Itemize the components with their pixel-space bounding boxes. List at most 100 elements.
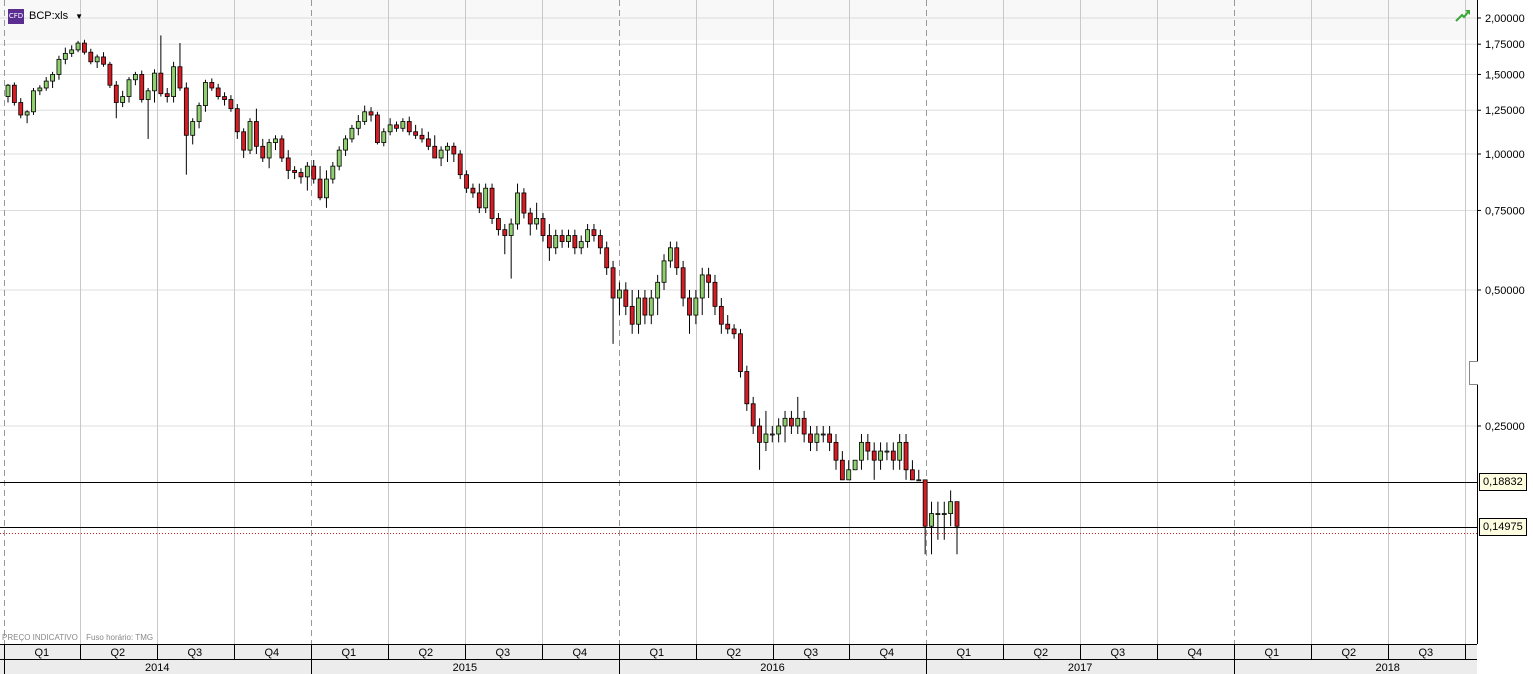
candle-body[interactable]: [789, 417, 794, 427]
candle-body[interactable]: [11, 84, 17, 103]
candle-body[interactable]: [362, 111, 368, 122]
candle-body[interactable]: [534, 218, 540, 225]
candle-body[interactable]: [476, 192, 482, 209]
candle-body[interactable]: [795, 417, 801, 427]
candle-body[interactable]: [642, 297, 648, 316]
candle-body[interactable]: [782, 417, 788, 427]
candle-body[interactable]: [515, 192, 520, 225]
candle-body[interactable]: [438, 149, 444, 159]
candle-body[interactable]: [215, 87, 221, 97]
candle-body[interactable]: [699, 274, 705, 299]
candle-body[interactable]: [597, 235, 603, 249]
price-tag-lower[interactable]: 0,14975: [1479, 518, 1527, 536]
candle-body[interactable]: [744, 371, 750, 405]
candle-body[interactable]: [935, 513, 941, 515]
candle-body[interactable]: [69, 49, 75, 54]
candle-body[interactable]: [298, 172, 304, 178]
candle-body[interactable]: [355, 121, 361, 129]
symbol-label[interactable]: BCP:xls: [29, 10, 68, 22]
candle-body[interactable]: [839, 459, 845, 481]
candle-body[interactable]: [311, 165, 317, 180]
candle-body[interactable]: [464, 174, 469, 189]
candle-body[interactable]: [496, 218, 501, 231]
candle-body[interactable]: [253, 121, 259, 147]
candle-body[interactable]: [884, 450, 890, 453]
candle-body[interactable]: [56, 58, 62, 75]
candle-body[interactable]: [343, 138, 348, 151]
candle-body[interactable]: [502, 229, 508, 236]
candle-body[interactable]: [667, 247, 673, 262]
candle-body[interactable]: [317, 178, 323, 199]
candle-body[interactable]: [279, 138, 285, 159]
candle-body[interactable]: [846, 469, 852, 481]
candle-body[interactable]: [483, 187, 489, 209]
candle-body[interactable]: [910, 469, 915, 481]
candle-body[interactable]: [37, 87, 43, 92]
candle-body[interactable]: [234, 108, 240, 133]
candle-body[interactable]: [610, 267, 616, 299]
candle-body[interactable]: [750, 403, 756, 427]
candle-body[interactable]: [578, 241, 584, 249]
candle-body[interactable]: [375, 114, 380, 143]
candle-body[interactable]: [222, 96, 227, 100]
candle-body[interactable]: [617, 289, 622, 299]
candle-body[interactable]: [655, 281, 661, 299]
candle-body[interactable]: [827, 433, 833, 443]
candle-body[interactable]: [922, 479, 928, 527]
candle-body[interactable]: [247, 121, 253, 151]
candle-body[interactable]: [164, 93, 170, 97]
candle-body[interactable]: [425, 138, 431, 147]
candle-body[interactable]: [209, 82, 215, 89]
candle-body[interactable]: [120, 96, 126, 103]
candle-body[interactable]: [285, 157, 291, 171]
candle-body[interactable]: [470, 187, 476, 194]
candle-body[interactable]: [948, 501, 954, 514]
candle-body[interactable]: [152, 72, 157, 92]
candle-body[interactable]: [604, 247, 610, 269]
candle-body[interactable]: [693, 297, 699, 316]
candle-body[interactable]: [674, 247, 680, 269]
candle-body[interactable]: [400, 121, 406, 129]
candle-body[interactable]: [725, 323, 731, 330]
candle-body[interactable]: [24, 111, 30, 116]
candle-body[interactable]: [62, 52, 68, 60]
candle-body[interactable]: [387, 124, 393, 133]
candle-body[interactable]: [521, 192, 527, 214]
candle-body[interactable]: [508, 223, 514, 236]
candle-body[interactable]: [50, 74, 55, 82]
candle-body[interactable]: [623, 289, 629, 307]
candle-body[interactable]: [852, 459, 858, 471]
candle-body[interactable]: [94, 56, 100, 63]
candle-body[interactable]: [954, 501, 960, 527]
candle-body[interactable]: [636, 297, 641, 325]
candle-body[interactable]: [101, 56, 106, 65]
candle-body[interactable]: [757, 425, 762, 443]
candle-body[interactable]: [648, 297, 654, 316]
candle-body[interactable]: [566, 235, 571, 242]
candle-body[interactable]: [88, 51, 94, 63]
candle-body[interactable]: [903, 441, 909, 471]
candle-body[interactable]: [865, 441, 871, 452]
candle-body[interactable]: [451, 145, 457, 155]
candle-body[interactable]: [718, 305, 724, 325]
candle-body[interactable]: [419, 134, 425, 140]
candle-body[interactable]: [941, 513, 947, 515]
candle-body[interactable]: [706, 274, 712, 283]
candle-body[interactable]: [878, 450, 883, 461]
candle-body[interactable]: [158, 72, 164, 95]
candle-body[interactable]: [801, 417, 807, 435]
candle-body[interactable]: [196, 105, 202, 122]
candle-body[interactable]: [546, 235, 552, 249]
candle-body[interactable]: [712, 281, 718, 307]
candle-body[interactable]: [413, 131, 419, 136]
candle-body[interactable]: [228, 99, 234, 110]
candle-body[interactable]: [139, 74, 145, 100]
candle-body[interactable]: [75, 42, 81, 51]
candle-body[interactable]: [330, 165, 336, 180]
candle-body[interactable]: [731, 328, 737, 335]
candle-body[interactable]: [203, 82, 208, 106]
candle-body[interactable]: [145, 90, 151, 100]
candle-body[interactable]: [190, 121, 196, 136]
candle-body[interactable]: [814, 433, 820, 443]
candle-body[interactable]: [859, 441, 864, 461]
